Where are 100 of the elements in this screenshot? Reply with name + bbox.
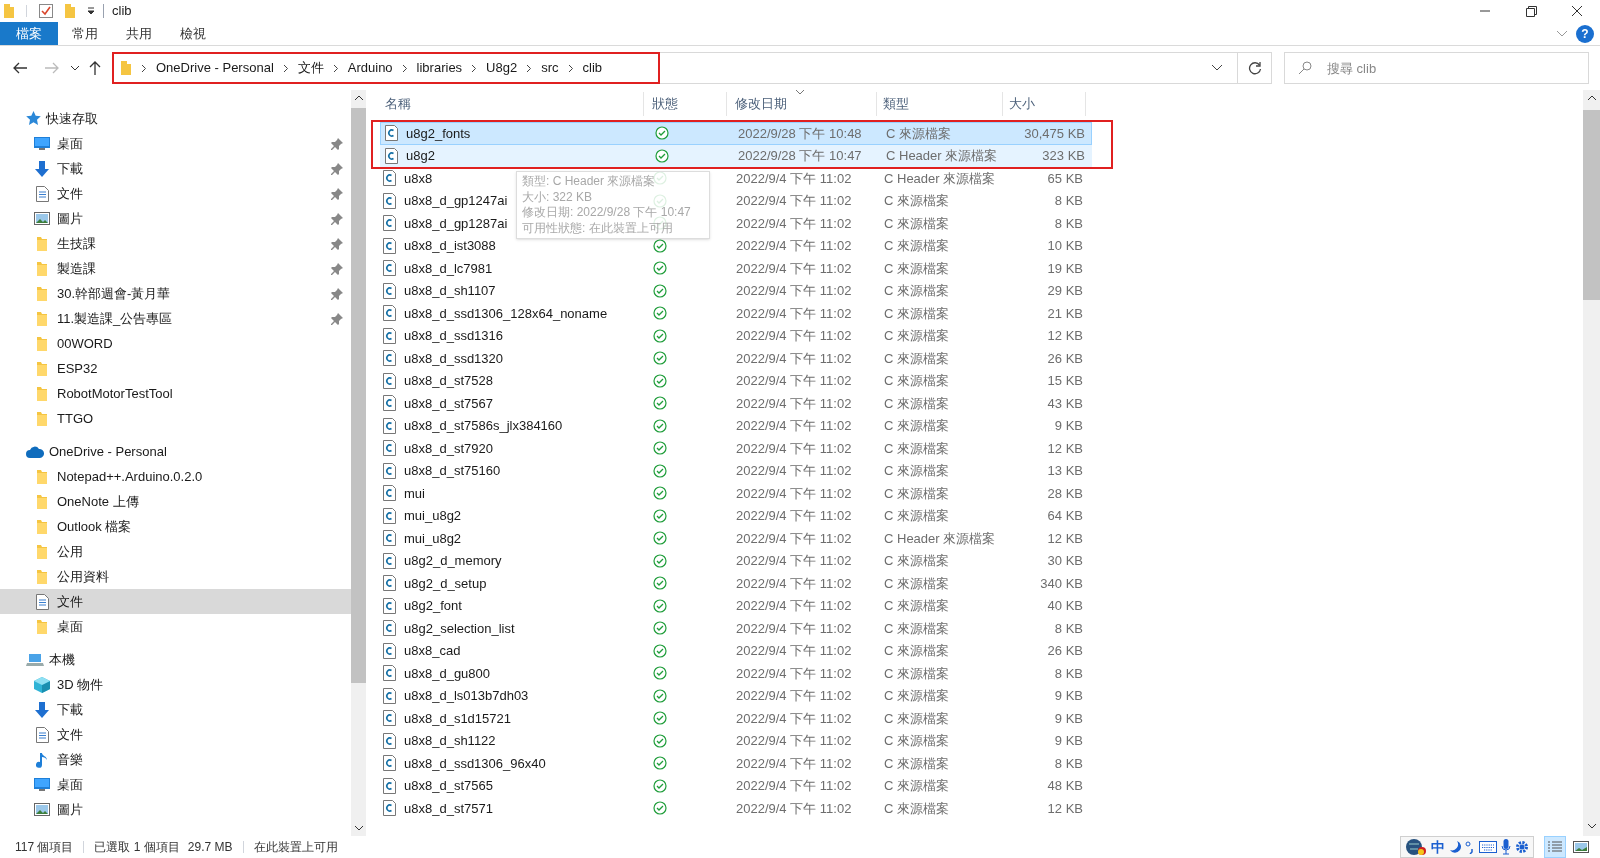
- chevron-icon[interactable]: [567, 63, 574, 73]
- list-view-icon: [1547, 840, 1563, 854]
- breadcrumb-item[interactable]: Arduino: [347, 58, 393, 78]
- sidebar-group-label[interactable]: OneDrive - Personal: [49, 441, 167, 462]
- chevron-icon[interactable]: [332, 63, 339, 73]
- size-cell-text: 9 KB: [1053, 709, 1084, 728]
- breadcrumb-item[interactable]: OneDrive - Personal: [156, 58, 274, 78]
- chevron-icon[interactable]: [526, 63, 533, 73]
- breadcrumb-item[interactable]: U8g2: [486, 58, 518, 78]
- properties-icon[interactable]: [39, 4, 53, 18]
- keyboard-icon[interactable]: [1479, 841, 1497, 853]
- ribbon-tab[interactable]: 共用: [112, 22, 166, 45]
- sidebar-item[interactable]: 公用: [0, 539, 351, 564]
- selection-count: 已選取 1 個項目: [94, 839, 180, 856]
- sidebar-item[interactable]: TTGO: [0, 406, 351, 431]
- sidebar-item[interactable]: 30.幹部週會-黃月華: [0, 281, 351, 306]
- up-arrow-icon[interactable]: [88, 60, 102, 76]
- c-file-icon: [383, 215, 396, 232]
- ribbon-tab[interactable]: 常用: [58, 22, 112, 45]
- item-count: 117 個項目: [15, 839, 74, 856]
- punctuation-icon[interactable]: [1465, 840, 1475, 854]
- column-header[interactable]: 名稱: [374, 92, 644, 116]
- sidebar-item[interactable]: Notepad++.Arduino.0.2.0: [0, 464, 351, 489]
- sidebar-item[interactable]: 文件: [0, 181, 351, 206]
- scroll-up-icon[interactable]: [1586, 94, 1597, 102]
- breadcrumb-item[interactable]: clib: [582, 58, 603, 78]
- size-cell-text: 21 KB: [1046, 304, 1084, 323]
- sidebar-item[interactable]: 下載: [0, 697, 351, 722]
- breadcrumb-item[interactable]: libraries: [416, 58, 463, 78]
- sidebar-item[interactable]: Outlook 檔案: [0, 514, 351, 539]
- sidebar-item[interactable]: 圖片: [0, 797, 351, 822]
- customize-dropdown-icon[interactable]: [87, 7, 95, 15]
- sidebar-item[interactable]: 桌面: [0, 614, 351, 639]
- file-name: u8x8: [404, 169, 433, 188]
- sidebar-item[interactable]: 文件: [0, 722, 351, 747]
- column-header[interactable]: 狀態: [644, 92, 727, 116]
- breadcrumb-item[interactable]: src: [541, 58, 559, 78]
- sidebar-item[interactable]: OneNote 上傳: [0, 489, 351, 514]
- back-arrow-icon[interactable]: [12, 61, 28, 75]
- address-dropdown-icon[interactable]: [1211, 64, 1223, 72]
- chevron-icon[interactable]: [401, 63, 408, 73]
- file-name: u8x8_d_st7567: [404, 394, 493, 413]
- scroll-up-icon[interactable]: [353, 94, 364, 102]
- expand-ribbon-icon[interactable]: [1556, 29, 1568, 38]
- size-cell-text: 26 KB: [1046, 642, 1084, 660]
- ribbon-tab[interactable]: 檢視: [166, 22, 220, 45]
- sidebar-scrollbar[interactable]: [351, 90, 366, 836]
- recent-dropdown-icon[interactable]: [70, 64, 80, 72]
- file-list-scrollbar[interactable]: [1583, 90, 1600, 836]
- sidebar-item[interactable]: 音樂: [0, 747, 351, 772]
- sidebar-item[interactable]: 3D 物件: [0, 672, 351, 697]
- sidebar-group-label[interactable]: 快速存取: [46, 108, 98, 129]
- date-cell-text: 2022/9/4 下午 11:02: [735, 664, 853, 683]
- sidebar-item[interactable]: 桌面: [0, 131, 351, 156]
- sidebar-item[interactable]: 11.製造課_公告專區: [0, 306, 351, 331]
- file-name: mui_u8g2: [404, 529, 462, 548]
- globe-icon[interactable]: [1405, 838, 1427, 856]
- help-button[interactable]: ?: [1576, 24, 1594, 43]
- sync-check-icon: [653, 486, 667, 501]
- c-file-icon: [383, 642, 396, 659]
- c-file-icon: [383, 507, 396, 524]
- download-arrow-icon: [35, 701, 49, 718]
- scroll-down-icon[interactable]: [353, 824, 364, 832]
- search-icon: [1298, 61, 1312, 75]
- sidebar-item[interactable]: 圖片: [0, 206, 351, 231]
- sidebar-item[interactable]: 00WORD: [0, 331, 351, 356]
- size-cell-text: 12 KB: [1046, 327, 1084, 345]
- sidebar-item[interactable]: 桌面: [0, 772, 351, 797]
- sidebar-item[interactable]: 生技課: [0, 231, 351, 256]
- scroll-down-icon[interactable]: [1586, 822, 1597, 830]
- type-cell-text: C 來源檔案: [883, 732, 950, 750]
- file-row[interactable]: u8g2_fonts 2022/9/28 下午 10:48 C 來源檔案 30,475 KB: [380, 122, 1092, 145]
- sidebar-item[interactable]: 文件: [0, 589, 351, 614]
- sidebar-item[interactable]: 製造課: [0, 256, 351, 281]
- refresh-icon[interactable]: [1247, 61, 1262, 75]
- image-icon: [34, 803, 50, 816]
- column-header[interactable]: 修改日期: [727, 92, 877, 116]
- column-header[interactable]: 大小: [1003, 92, 1086, 116]
- file-row[interactable]: u8g2 2022/9/28 下午 10:47 C Header 來源檔案 323 KB: [380, 144, 1092, 167]
- sidebar-item[interactable]: 公用資料: [0, 564, 351, 589]
- microphone-icon[interactable]: [1501, 839, 1511, 855]
- chevron-icon[interactable]: [141, 63, 147, 73]
- download-arrow-icon: [35, 160, 49, 177]
- tooltip-line: 大小: 322 KB: [522, 189, 594, 205]
- sidebar-item[interactable]: 下載: [0, 156, 351, 181]
- folder-icon: [35, 360, 49, 377]
- file-tab[interactable]: 檔案: [0, 22, 58, 45]
- sidebar-group-label[interactable]: 本機: [49, 649, 75, 670]
- size-cell-text: 9 KB: [1053, 687, 1084, 705]
- settings-icon[interactable]: [1515, 840, 1529, 854]
- search-field[interactable]: 搜尋 clib: [1284, 52, 1589, 84]
- chevron-icon[interactable]: [471, 63, 478, 73]
- sidebar-item[interactable]: RobotMotorTestTool: [0, 381, 351, 406]
- ime-mode-button[interactable]: 中: [1431, 836, 1445, 858]
- column-header[interactable]: 類型: [877, 92, 1003, 116]
- chevron-icon[interactable]: [282, 63, 289, 73]
- sidebar-item[interactable]: ESP32: [0, 356, 351, 381]
- moon-icon[interactable]: [1449, 840, 1461, 854]
- file-name: u8x8_d_st7586s_jlx384160: [404, 417, 563, 435]
- breadcrumb-item[interactable]: 文件: [297, 58, 324, 78]
